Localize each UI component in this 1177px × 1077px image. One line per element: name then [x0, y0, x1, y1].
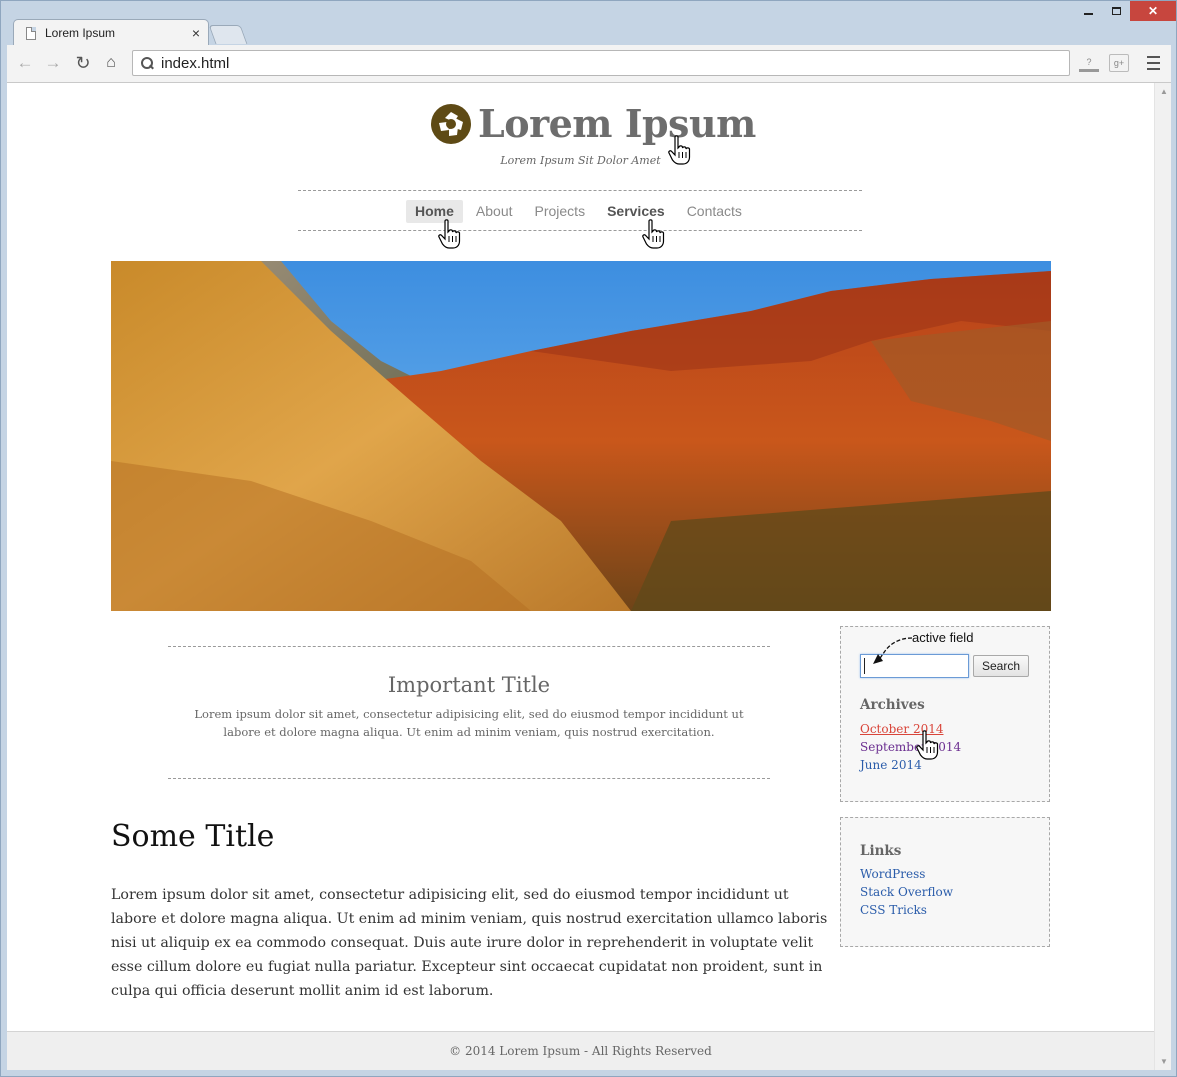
links-list: WordPress Stack Overflow CSS Tricks	[860, 865, 953, 919]
archives-list: October 2014 September 2014 June 2014	[860, 720, 961, 774]
search-icon	[141, 57, 153, 69]
site-tagline: Lorem Ipsum Sit Dolor Amet	[500, 154, 661, 167]
tab-close-icon[interactable]: ×	[192, 26, 200, 40]
browser-window: Lorem Ipsum × ✕ ← → ↻ ⌂ index.html ? g+	[0, 0, 1177, 1077]
address-bar[interactable]: index.html	[132, 50, 1070, 76]
hand-cursor-icon	[668, 135, 691, 165]
annotation-arrow-icon	[873, 637, 913, 664]
page-icon	[26, 26, 36, 40]
annotation-label: active field	[912, 630, 974, 645]
maximize-button[interactable]	[1102, 1, 1130, 21]
hand-cursor-icon	[916, 730, 939, 760]
text-caret	[864, 658, 865, 674]
url-text: index.html	[161, 54, 230, 72]
sidebar-link[interactable]: CSS Tricks	[860, 903, 927, 917]
hero-image	[111, 261, 1051, 611]
archive-item: October 2014	[860, 720, 961, 738]
title-bar: Lorem Ipsum × ✕	[1, 1, 1176, 46]
nav-item-contacts[interactable]: Contacts	[678, 200, 751, 223]
minimize-button[interactable]	[1074, 1, 1102, 21]
link-item: Stack Overflow	[860, 883, 953, 901]
site-logo[interactable]: Lorem Ipsum	[430, 101, 756, 146]
intro-section: Important Title Lorem ipsum dolor sit am…	[168, 646, 770, 779]
maximize-icon	[1111, 7, 1121, 15]
site-title: Lorem Ipsum	[478, 101, 756, 146]
site-footer: © 2014 Lorem Ipsum - All Rights Reserved	[7, 1031, 1154, 1070]
forward-button[interactable]: →	[41, 52, 65, 74]
archive-item: September 2014	[860, 738, 961, 756]
aperture-logo-icon	[431, 103, 471, 144]
scroll-down-icon[interactable]: ▼	[1160, 1057, 1168, 1066]
sidebar-links-box: Links WordPress Stack Overflow CSS Tricks	[840, 817, 1050, 947]
footer-text: © 2014 Lorem Ipsum - All Rights Reserved	[449, 1044, 712, 1058]
hand-cursor-icon	[642, 219, 665, 249]
browser-toolbar: ← → ↻ ⌂ index.html ? g+	[7, 45, 1171, 83]
extension-icon[interactable]: ?	[1079, 54, 1099, 72]
back-button[interactable]: ←	[13, 52, 37, 74]
link-item: WordPress	[860, 865, 953, 883]
scroll-up-icon[interactable]: ▲	[1160, 87, 1168, 96]
minimize-icon	[1083, 13, 1093, 15]
intro-text: Lorem ipsum dolor sit amet, consectetur …	[194, 707, 744, 739]
home-button[interactable]: ⌂	[99, 52, 123, 74]
page-viewport: Lorem Ipsum Lorem Ipsum Sit Dolor Amet H…	[7, 83, 1154, 1070]
tab-title: Lorem Ipsum	[45, 26, 116, 40]
search-button[interactable]: Search	[973, 655, 1029, 677]
close-window-button[interactable]: ✕	[1130, 1, 1176, 21]
archive-link[interactable]: June 2014	[860, 758, 922, 772]
reload-button[interactable]: ↻	[71, 52, 95, 74]
article-body: Lorem ipsum dolor sit amet, consectetur …	[111, 887, 828, 999]
nav-item-about[interactable]: About	[467, 200, 522, 223]
archive-link[interactable]: September 2014	[860, 740, 961, 754]
vertical-scrollbar[interactable]: ▲ ▼	[1154, 83, 1171, 1070]
links-heading: Links	[860, 843, 902, 859]
sidebar-link[interactable]: Stack Overflow	[860, 885, 953, 899]
archive-item: June 2014	[860, 756, 961, 774]
new-tab-button[interactable]	[208, 25, 248, 44]
google-plus-icon[interactable]: g+	[1109, 54, 1129, 72]
nav-item-projects[interactable]: Projects	[526, 200, 595, 223]
article-title: Some Title	[111, 819, 275, 854]
link-item: CSS Tricks	[860, 901, 953, 919]
sidebar-link[interactable]: WordPress	[860, 867, 925, 881]
menu-icon[interactable]	[1147, 56, 1160, 70]
main-navigation: Home About Projects Services Contacts	[298, 190, 862, 231]
browser-tab[interactable]: Lorem Ipsum ×	[13, 19, 209, 46]
archives-heading: Archives	[860, 697, 925, 713]
hand-cursor-icon	[438, 219, 461, 249]
intro-title: Important Title	[387, 673, 551, 697]
